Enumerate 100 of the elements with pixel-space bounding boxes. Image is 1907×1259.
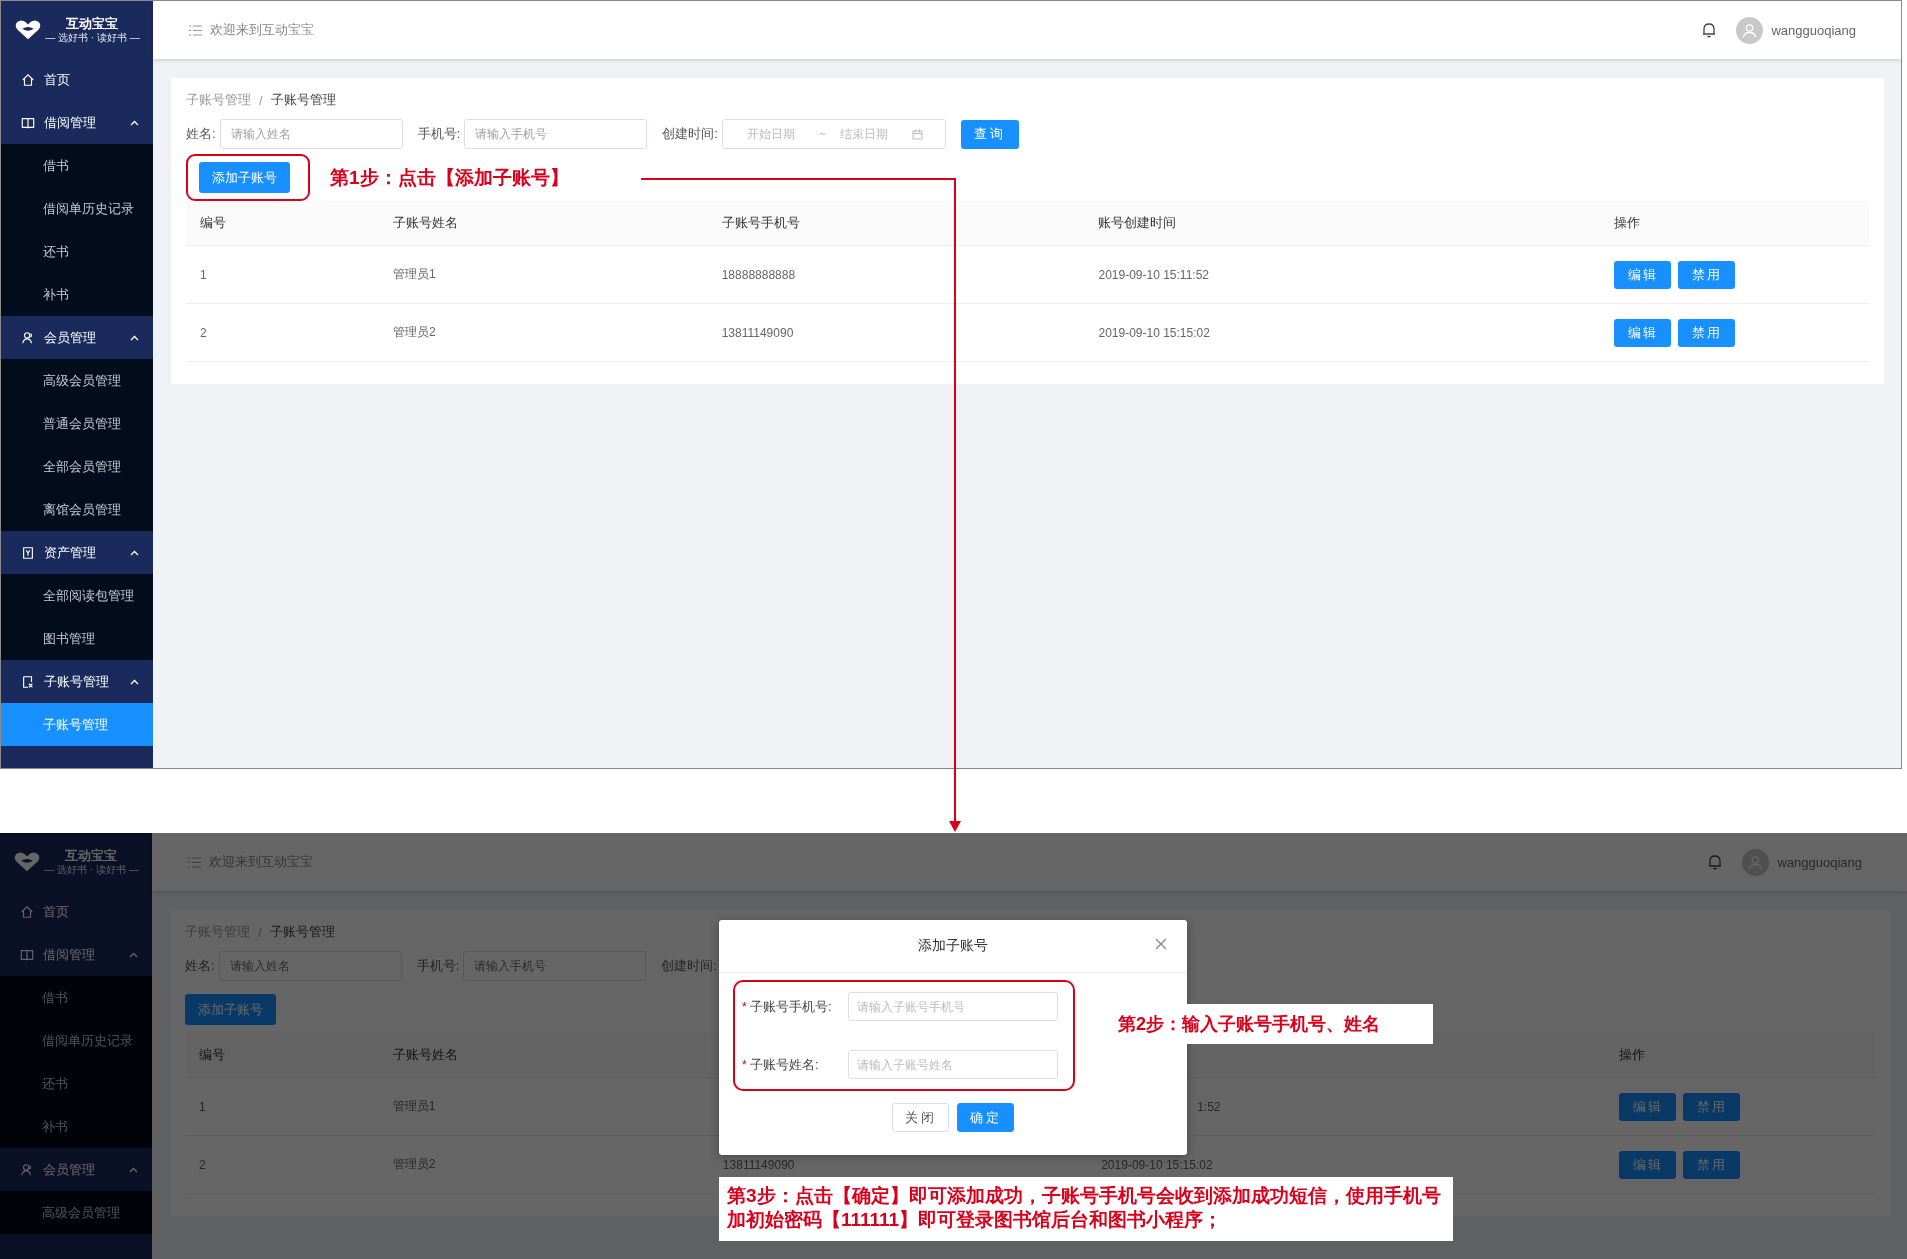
breadcrumb-item: 子账号管理 — [270, 91, 336, 109]
sidebar-subitem[interactable]: 借阅单历史记录 — [0, 1019, 152, 1062]
column-header: 子账号姓名 — [391, 1046, 459, 1064]
chevron-icon — [129, 951, 138, 958]
field-label: 子账号手机号: — [750, 997, 833, 1016]
sidebar-subitem[interactable]: 借书 — [0, 976, 152, 1019]
disable-button[interactable]: 禁用 — [1678, 318, 1736, 347]
column-header: 操作 — [1618, 1046, 1647, 1064]
column-header: 编号 — [198, 1046, 226, 1064]
table-cell-text: 管理员2 — [391, 324, 437, 341]
step-note: 第3步：点击【确定】即可添加成功，子账号手机号会收到添加成功短信，使用手机号加初始密码【111111】即可登录图书馆后台和图书小程序； — [719, 1177, 1453, 1241]
add-account-button[interactable]: 添加子账号 — [185, 994, 276, 1025]
breadcrumb-separator: / — [258, 924, 262, 940]
filter-label: 创建时间: — [662, 125, 718, 143]
filter-label: 手机号: — [416, 957, 460, 975]
list-icon[interactable] — [188, 856, 201, 868]
table-cell-text: 2 — [199, 325, 208, 340]
book-icon — [21, 115, 35, 130]
sidebar-subitem[interactable]: 子账号管理 — [1, 703, 153, 746]
home-icon — [21, 72, 35, 87]
input-field[interactable]: 请输入子账号姓名 — [848, 1050, 1058, 1079]
input-field[interactable]: 请输入子账号手机号 — [848, 992, 1058, 1021]
sidebar-subitem[interactable]: 高级会员管理 — [0, 1191, 152, 1234]
list-icon[interactable] — [189, 24, 202, 36]
sidebar-subitem[interactable]: 离馆会员管理 — [1, 488, 153, 531]
sidebar-subitem[interactable]: 还书 — [0, 1062, 152, 1105]
welcome-text: 欢迎来到互动宝宝 — [210, 21, 315, 39]
column-header: 账号创建时间 — [1097, 214, 1178, 232]
disable-button[interactable]: 禁用 — [1683, 1092, 1741, 1121]
confirm-button[interactable]: 确定 — [957, 1103, 1014, 1132]
user-name[interactable]: wangguoqiang — [1771, 22, 1856, 38]
home-icon — [20, 904, 34, 919]
chevron-icon — [130, 678, 139, 685]
required-mark: * — [742, 1057, 748, 1072]
filter-label: 姓名: — [186, 125, 216, 143]
sidebar-subitem[interactable]: 补书 — [0, 1105, 152, 1148]
date-range-field[interactable]: 开始日期 ~ 结束日期 — [721, 119, 946, 149]
step-note: 第1步：点击【添加子账号】 — [330, 165, 569, 190]
user-name[interactable]: wangguoqiang — [1777, 854, 1862, 870]
people-icon — [20, 1162, 34, 1177]
heart-logo-icon — [13, 850, 42, 873]
filter-label: 创建时间: — [661, 957, 717, 975]
breadcrumb-item: 子账号管理 — [269, 923, 335, 941]
avatar-icon[interactable] — [1736, 16, 1764, 44]
sidebar-subitem[interactable]: 借阅单历史记录 — [1, 187, 153, 230]
edit-button[interactable]: 编辑 — [1614, 318, 1672, 347]
table-cell-text: 2019-09-10 15:15:02 — [1097, 325, 1211, 340]
table-cell-text: 管理员1 — [391, 266, 437, 283]
breadcrumb-separator: / — [259, 92, 263, 108]
search-button[interactable]: 查询 — [960, 119, 1019, 149]
disable-button[interactable]: 禁用 — [1683, 1150, 1741, 1179]
sidebar-subitem[interactable]: 全部阅读包管理 — [1, 574, 153, 617]
edit-button[interactable]: 编辑 — [1619, 1150, 1677, 1179]
filter-label: 手机号: — [417, 125, 461, 143]
close-icon[interactable] — [1155, 938, 1167, 950]
column-header: 编号 — [199, 214, 227, 232]
dialog-title: 添加子账号 — [918, 937, 988, 955]
sidebar-subitem[interactable]: 图书管理 — [1, 617, 153, 660]
field-label: 子账号姓名: — [750, 1055, 820, 1074]
input-field[interactable]: 请输入手机号 — [464, 119, 648, 149]
table-cell-text: 1 — [199, 267, 208, 282]
add-account-button[interactable]: 添加子账号 — [199, 162, 290, 193]
chevron-icon — [130, 549, 139, 556]
filter-label: 姓名: — [185, 957, 215, 975]
sidebar-subitem[interactable]: 普通会员管理 — [1, 402, 153, 445]
sidebar-subitem[interactable]: 高级会员管理 — [1, 359, 153, 402]
heart-logo-icon — [14, 18, 43, 41]
sidebar-subitem[interactable]: 还书 — [1, 230, 153, 273]
edit-button[interactable]: 编辑 — [1614, 260, 1672, 289]
sidebar-subitem[interactable]: 补书 — [1, 273, 153, 316]
close-button[interactable]: 关闭 — [892, 1103, 949, 1132]
bell-icon[interactable] — [1702, 22, 1717, 38]
logo-tagline: — 选好书 · 读好书 — — [45, 31, 140, 44]
required-mark: * — [742, 999, 748, 1014]
table-cell-text: 2019-09-10 15:11:52 — [1097, 267, 1210, 282]
table-cell-text: 2 — [198, 1157, 207, 1172]
logo-tagline: — 选好书 · 读好书 — — [44, 863, 139, 876]
chevron-icon — [129, 1166, 138, 1173]
table-cell-text: 2019-09-10 15:15:02 — [1100, 1157, 1214, 1172]
table-cell-text: 1 — [198, 1099, 207, 1114]
table-cell-text: 13811149090 — [720, 325, 795, 340]
disable-button[interactable]: 禁用 — [1678, 260, 1736, 289]
chevron-icon — [130, 334, 139, 341]
book-icon — [20, 947, 34, 962]
sidebar-subitem[interactable]: 借书 — [1, 144, 153, 187]
document-icon — [21, 674, 35, 689]
input-field[interactable]: 请输入姓名 — [219, 119, 403, 149]
sidebar-subitem[interactable]: 全部会员管理 — [1, 445, 153, 488]
column-header: 子账号手机号 — [720, 214, 801, 232]
logo-title: 互动宝宝 — [66, 15, 119, 32]
chevron-icon — [130, 119, 139, 126]
table-cell-text: 18888888888 — [720, 267, 797, 282]
logo-title: 互动宝宝 — [65, 847, 118, 864]
edit-button[interactable]: 编辑 — [1619, 1092, 1677, 1121]
column-header: 操作 — [1613, 214, 1642, 232]
people-icon — [21, 330, 35, 345]
calendar-icon — [911, 128, 923, 140]
breadcrumb-item[interactable]: 子账号管理 — [186, 91, 251, 109]
table-cell-text: 1:52 — [1196, 1099, 1222, 1114]
table-cell-text: 13811149090 — [721, 1157, 796, 1172]
